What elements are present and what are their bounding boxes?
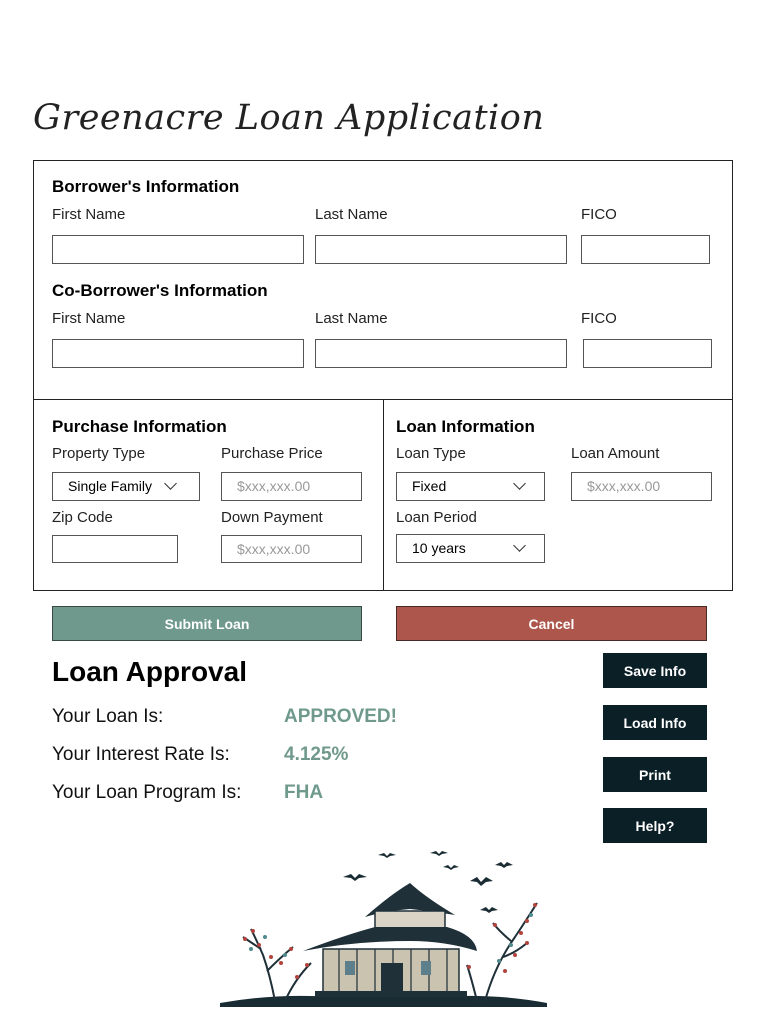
loan-type-value: Fixed: [412, 478, 447, 494]
borrower-first-name-label: First Name: [52, 206, 126, 223]
loan-type-select[interactable]: Fixed: [396, 472, 545, 501]
loan-status-label: Your Loan Is:: [52, 706, 164, 727]
property-type-label: Property Type: [52, 445, 146, 462]
zip-code-label: Zip Code: [52, 509, 113, 526]
loan-amount-input[interactable]: $xxx,xxx.00: [571, 472, 712, 501]
loan-heading: Loan Information: [396, 417, 535, 436]
down-payment-input[interactable]: $xxx,xxx.00: [221, 535, 362, 563]
property-type-select[interactable]: Single Family: [52, 472, 200, 501]
coborrower-first-name-input[interactable]: [52, 339, 304, 368]
borrower-fico-label: FICO: [581, 206, 617, 223]
purchase-price-input[interactable]: $xxx,xxx.00: [221, 472, 362, 501]
coborrower-heading: Co-Borrower's Information: [52, 281, 268, 300]
down-payment-label: Down Payment: [221, 509, 323, 526]
cancel-button[interactable]: Cancel: [396, 606, 707, 641]
coborrower-last-name-input[interactable]: [315, 339, 567, 368]
loan-status-value: APPROVED!: [284, 706, 397, 727]
loan-period-value: 10 years: [412, 540, 466, 556]
print-button[interactable]: Print: [603, 757, 707, 792]
coborrower-fico-input[interactable]: [583, 339, 712, 368]
loan-type-label: Loan Type: [396, 445, 466, 462]
purchase-heading: Purchase Information: [52, 417, 227, 436]
coborrower-fico-label: FICO: [581, 310, 617, 327]
loan-period-select[interactable]: 10 years: [396, 534, 545, 563]
submit-loan-button[interactable]: Submit Loan: [52, 606, 362, 641]
interest-rate-label: Your Interest Rate Is:: [52, 744, 230, 765]
borrower-last-name-label: Last Name: [315, 206, 388, 223]
purchase-price-label: Purchase Price: [221, 445, 323, 462]
pagoda-house-illustration: [220, 851, 547, 1007]
loan-approval-heading: Loan Approval: [52, 656, 247, 687]
borrower-last-name-input[interactable]: [315, 235, 567, 264]
coborrower-first-name-label: First Name: [52, 310, 126, 327]
help-button[interactable]: Help?: [603, 808, 707, 843]
chevron-down-icon: [513, 539, 526, 552]
property-type-value: Single Family: [68, 478, 153, 494]
loan-program-label: Your Loan Program Is:: [52, 782, 242, 803]
borrower-heading: Borrower's Information: [52, 177, 240, 196]
zip-code-input[interactable]: [52, 535, 178, 563]
borrower-first-name-input[interactable]: [52, 235, 304, 264]
loan-amount-label: Loan Amount: [571, 445, 660, 462]
app-title: Greenacre Loan Application: [33, 98, 545, 138]
loan-period-label: Loan Period: [396, 509, 477, 526]
coborrower-last-name-label: Last Name: [315, 310, 388, 327]
chevron-down-icon: [164, 477, 177, 490]
borrower-fico-input[interactable]: [581, 235, 710, 264]
interest-rate-value: 4.125%: [284, 744, 349, 765]
save-info-button[interactable]: Save Info: [603, 653, 707, 688]
loan-program-value: FHA: [284, 782, 324, 803]
load-info-button[interactable]: Load Info: [603, 705, 707, 740]
chevron-down-icon: [513, 477, 526, 490]
